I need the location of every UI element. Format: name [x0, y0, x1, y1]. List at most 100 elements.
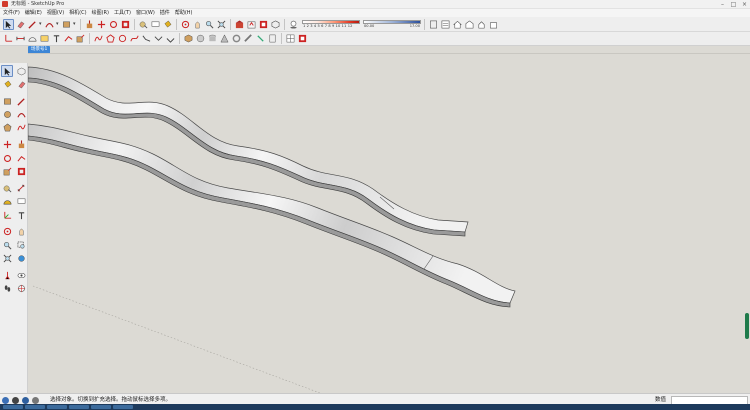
- scene-tab[interactable]: 场景号1: [28, 46, 51, 53]
- pan-button[interactable]: [192, 19, 203, 30]
- select-tool-button[interactable]: [3, 18, 14, 30]
- box-tool-button[interactable]: [183, 33, 194, 44]
- vertical-scroll-handle[interactable]: [745, 313, 749, 339]
- grid-tool-button[interactable]: [285, 33, 296, 44]
- circle-tool-button[interactable]: [117, 33, 128, 44]
- top-view-button[interactable]: [476, 19, 487, 30]
- help-icon[interactable]: [32, 397, 39, 404]
- side-view-button[interactable]: [488, 19, 499, 30]
- text-tool-button[interactable]: [150, 19, 161, 30]
- scale-tool-button[interactable]: [75, 33, 86, 44]
- axes-tool-button[interactable]: [3, 33, 14, 44]
- dimension-tool-button[interactable]: [15, 182, 27, 194]
- curve-tool-button[interactable]: [141, 33, 152, 44]
- geo-location-icon[interactable]: [2, 397, 9, 404]
- chevron-down-icon[interactable]: ▾: [39, 21, 43, 27]
- section-plane-button[interactable]: [15, 283, 27, 295]
- polygon-tool-button[interactable]: [1, 122, 13, 134]
- select-tool-button[interactable]: [1, 65, 13, 77]
- styles-button[interactable]: [270, 19, 281, 30]
- taskbar-item[interactable]: [69, 405, 89, 409]
- taskbar-item[interactable]: [91, 405, 111, 409]
- menu-camera[interactable]: 相机(C): [69, 9, 86, 17]
- tape-measure-button[interactable]: [138, 19, 149, 30]
- credits-icon[interactable]: [12, 397, 19, 404]
- 3d-viewport[interactable]: [28, 53, 750, 394]
- previous-view-button[interactable]: [15, 253, 27, 265]
- move-tool-button[interactable]: [1, 139, 13, 151]
- section-plane-button[interactable]: [39, 33, 50, 44]
- bezier-tool-button[interactable]: [129, 33, 140, 44]
- arc-tool-button[interactable]: [15, 109, 27, 121]
- pipe-tool-button[interactable]: [255, 33, 266, 44]
- rotate-tool-button[interactable]: [1, 152, 13, 164]
- axes-tool-button[interactable]: [1, 209, 13, 221]
- eraser-tool-button[interactable]: [15, 19, 26, 30]
- zoom-window-button[interactable]: [15, 239, 27, 251]
- menu-plugins[interactable]: 插件: [160, 9, 170, 17]
- protractor-button[interactable]: [1, 196, 13, 208]
- tube-tool-button[interactable]: [243, 33, 254, 44]
- offset-tool-button[interactable]: [15, 166, 27, 178]
- zoom-extents-button[interactable]: [1, 253, 13, 265]
- warehouse-button[interactable]: [234, 19, 245, 30]
- extension-warehouse-button[interactable]: [258, 19, 269, 30]
- torus-tool-button[interactable]: [231, 33, 242, 44]
- chevron-down-icon[interactable]: ▾: [73, 21, 77, 27]
- protractor-button[interactable]: [27, 33, 38, 44]
- taskbar-item[interactable]: [113, 405, 133, 409]
- zoom-extents-button[interactable]: [216, 19, 227, 30]
- menu-window[interactable]: 窗口(W): [136, 9, 155, 17]
- model-canvas[interactable]: [28, 54, 750, 394]
- push-pull-button[interactable]: [84, 19, 95, 30]
- rectangle-tool-button[interactable]: [1, 95, 13, 107]
- join-tool-button[interactable]: [165, 33, 176, 44]
- shadow-time-slider[interactable]: 1 2 3 4 5 6 7 8 9 10 11 12: [302, 18, 360, 30]
- dimension-tool-button[interactable]: [15, 33, 26, 44]
- polygon-tool-button[interactable]: [105, 33, 116, 44]
- menu-draw[interactable]: 绘图(R): [92, 9, 109, 17]
- scale-tool-button[interactable]: [1, 166, 13, 178]
- walk-button[interactable]: [1, 283, 13, 295]
- minimize-button[interactable]: –: [719, 0, 726, 9]
- menu-view[interactable]: 视图(V): [47, 9, 64, 17]
- move-tool-button[interactable]: [96, 19, 107, 30]
- 3d-text-button[interactable]: [51, 33, 62, 44]
- look-around-button[interactable]: [15, 269, 27, 281]
- cylinder-tool-button[interactable]: [207, 33, 218, 44]
- share-model-button[interactable]: [246, 19, 257, 30]
- component-browser-button[interactable]: [428, 19, 439, 30]
- taskbar-item[interactable]: [25, 405, 45, 409]
- cone-tool-button[interactable]: [219, 33, 230, 44]
- chevron-down-icon[interactable]: ▾: [56, 21, 60, 27]
- lathe-tool-button[interactable]: [267, 33, 278, 44]
- menu-file[interactable]: 文件(F): [3, 9, 20, 17]
- line-tool-button[interactable]: [27, 19, 38, 30]
- line-tool-button[interactable]: [15, 95, 27, 107]
- menu-help[interactable]: 帮助(H): [175, 9, 193, 17]
- zoom-button[interactable]: [1, 239, 13, 251]
- text-tool-button[interactable]: [15, 196, 27, 208]
- layers-button[interactable]: [440, 19, 451, 30]
- rotate-tool-button[interactable]: [108, 19, 119, 30]
- front-view-button[interactable]: [464, 19, 475, 30]
- arc-tool-button[interactable]: [44, 19, 55, 30]
- shadow-toggle-button[interactable]: [288, 19, 299, 30]
- rectangle-tool-button[interactable]: [61, 19, 72, 30]
- user-account-icon[interactable]: [22, 397, 29, 404]
- menu-edit[interactable]: 编辑(E): [25, 9, 42, 17]
- 3d-text-button[interactable]: [15, 209, 27, 221]
- position-camera-button[interactable]: [1, 269, 13, 281]
- orbit-button[interactable]: [180, 19, 191, 30]
- wavy-ribbon-lower[interactable]: [28, 123, 516, 308]
- sphere-tool-button[interactable]: [195, 33, 206, 44]
- freehand-tool-button[interactable]: [15, 122, 27, 134]
- shadow-date-slider[interactable]: 00.00 17.00: [363, 18, 421, 30]
- follow-me-button[interactable]: [15, 152, 27, 164]
- follow-me-button[interactable]: [63, 33, 74, 44]
- close-button[interactable]: ×: [741, 0, 748, 9]
- offset-tool-button[interactable]: [120, 19, 131, 30]
- home-view-button[interactable]: [452, 19, 463, 30]
- pan-button[interactable]: [15, 226, 27, 238]
- maximize-button[interactable]: □: [730, 0, 737, 9]
